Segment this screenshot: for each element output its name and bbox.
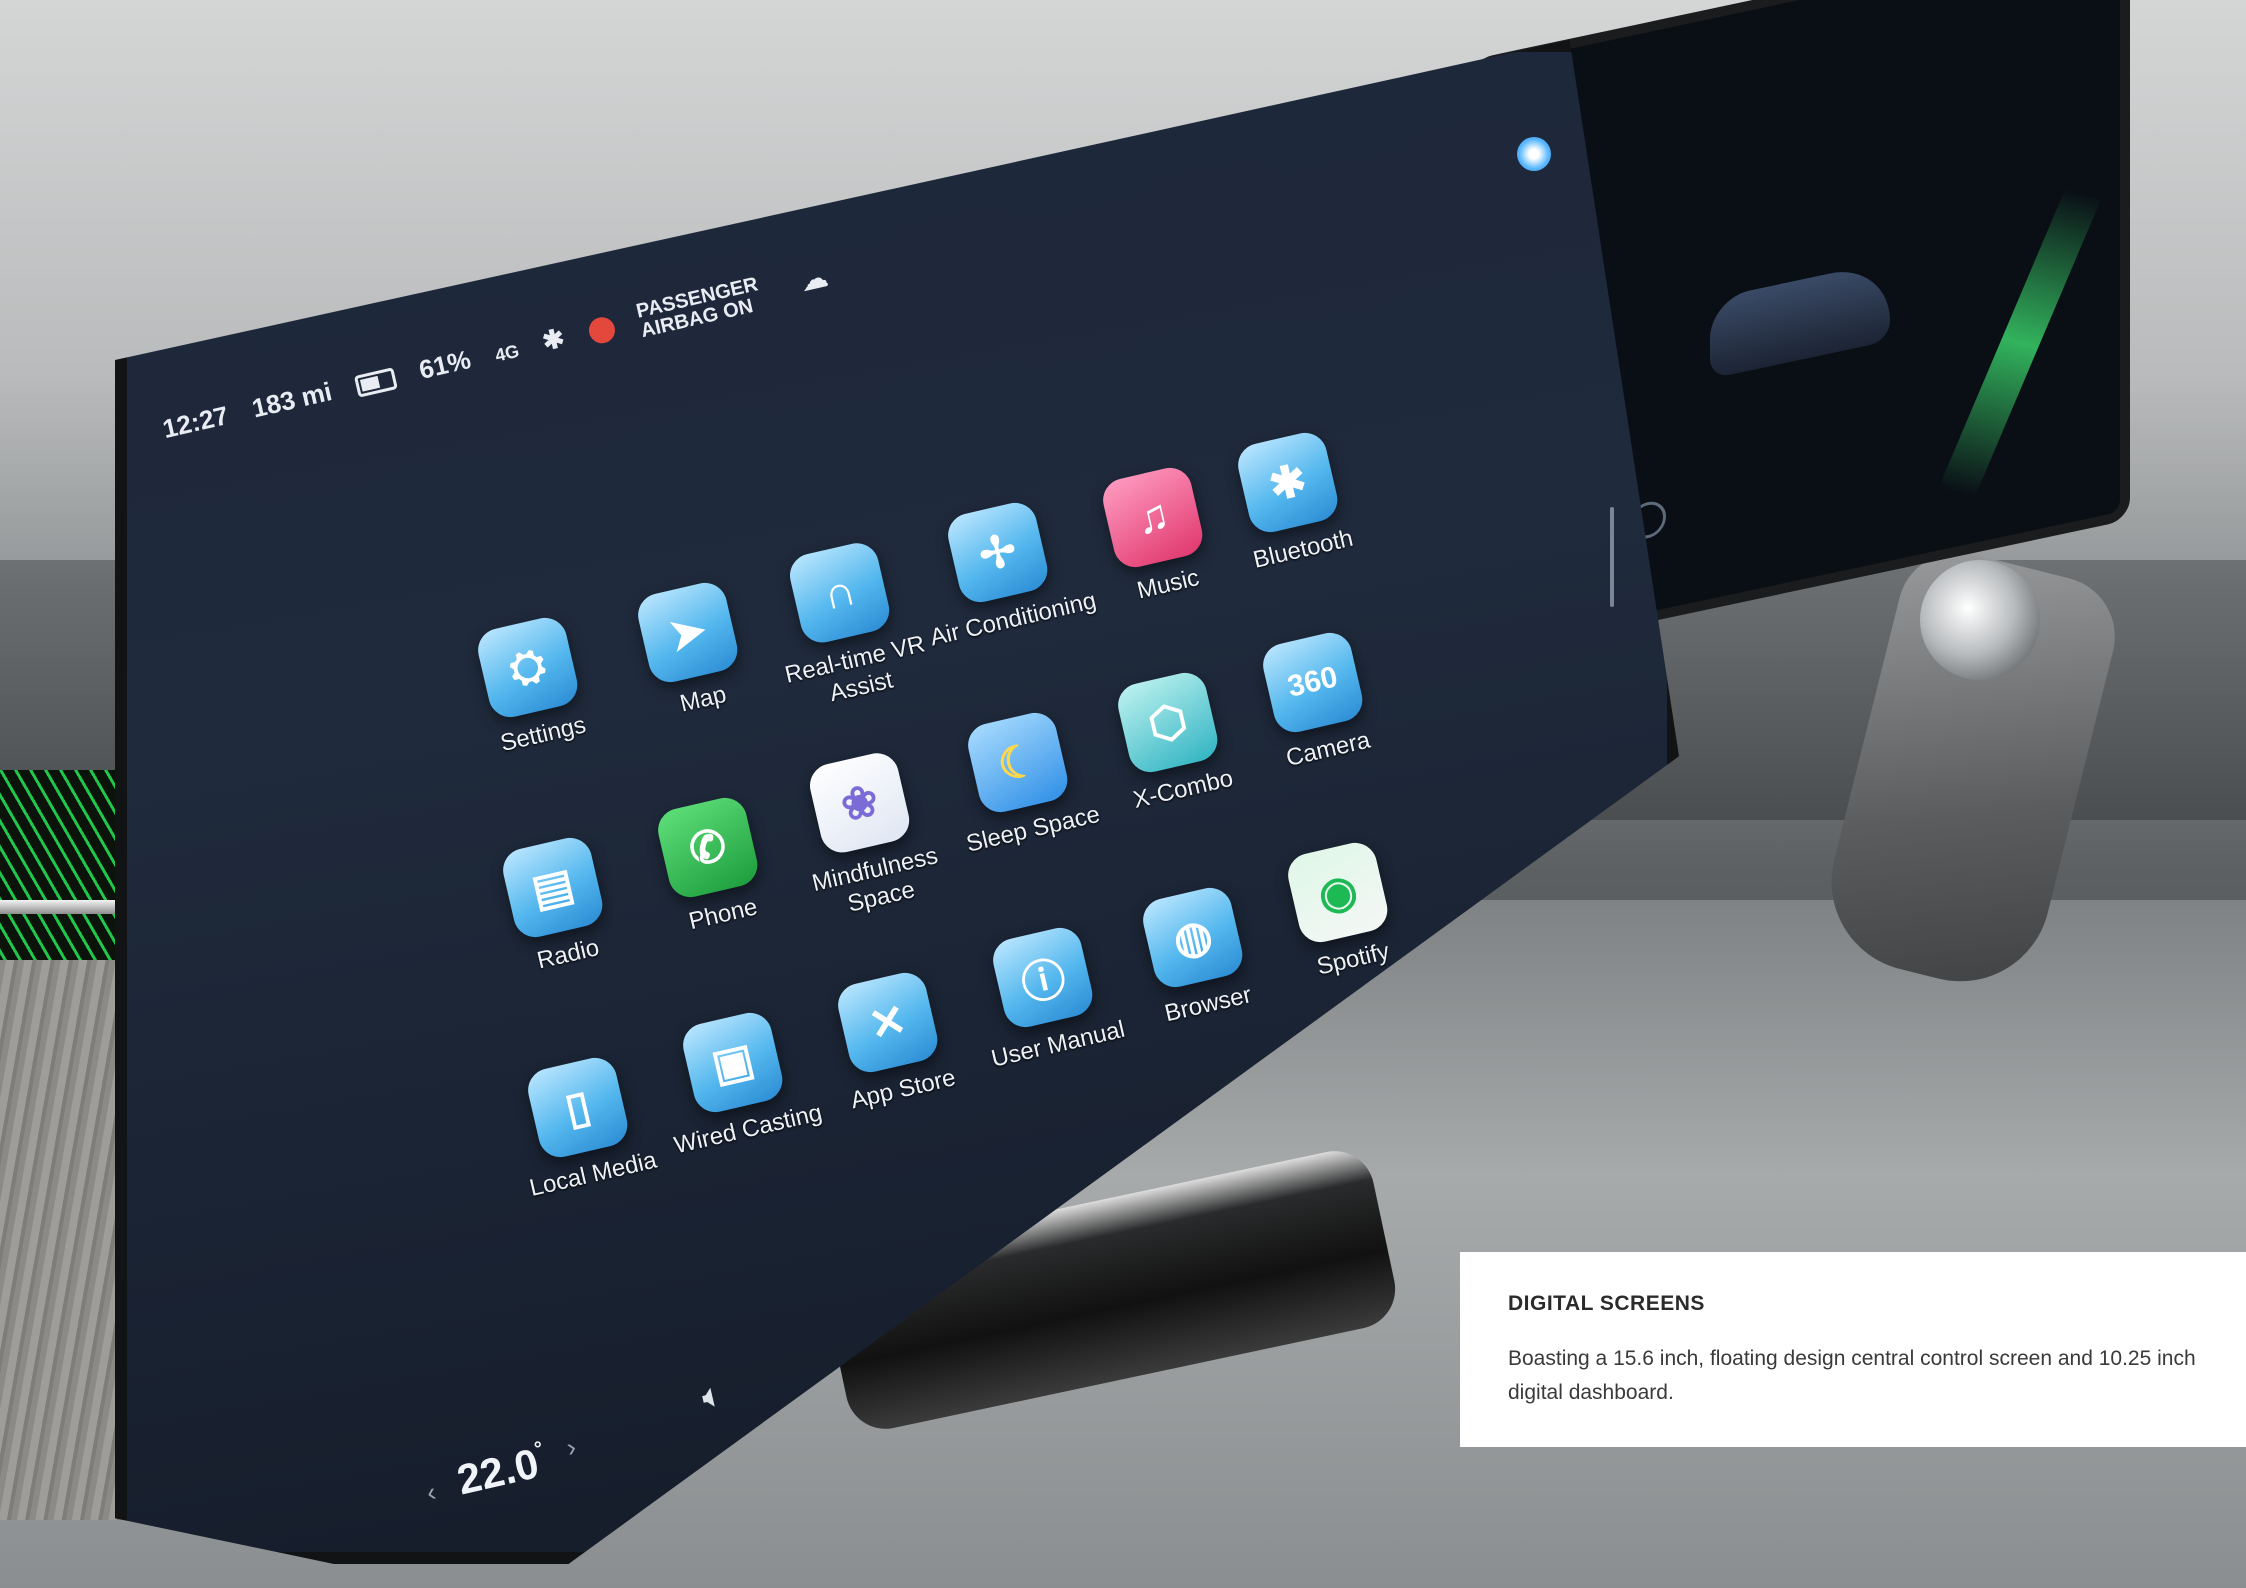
media-title: Anytime, Anyw... xyxy=(1260,1083,1388,1129)
globe-icon: ◍ xyxy=(1138,883,1247,992)
app-bluetooth[interactable]: ✱ Bluetooth xyxy=(1195,420,1389,583)
central-screen-frame: 12:27 183 mi 61% 4G ✱ PASSENGER AIRBAG O… xyxy=(35,0,1679,1588)
passenger-temperature[interactable]: 22.0° xyxy=(1443,1028,1541,1095)
volume-icon[interactable]: 🔈︎ xyxy=(698,1375,727,1418)
app-label: Real-time VR Assist xyxy=(782,630,928,708)
navigation-arrow-icon: ➤ xyxy=(633,578,742,687)
music-note-icon: ♫ xyxy=(1098,463,1207,572)
dock-360-camera-icon[interactable]: 360 xyxy=(1020,1248,1062,1282)
app-label: Wired Casting xyxy=(671,1099,825,1160)
battery-percent: 61% xyxy=(416,343,474,385)
app-label: App Store xyxy=(848,1064,959,1115)
media-source: Desired Audio xyxy=(1264,1113,1334,1141)
passenger-temp-decrease[interactable]: ‹ xyxy=(1414,1061,1429,1093)
app-label: Map xyxy=(677,680,729,718)
car-icon xyxy=(1710,260,1890,379)
screen-cast-icon: ▣ xyxy=(678,1008,787,1117)
app-label: User Manual xyxy=(988,1015,1128,1073)
info-icon: ⓘ xyxy=(988,923,1097,1032)
dock-music-icon[interactable]: ♫ xyxy=(1083,1225,1117,1269)
driver-temperature[interactable]: 22.0° xyxy=(453,1438,551,1505)
app-camera[interactable]: 360 Camera xyxy=(1220,620,1414,783)
status-bar: 12:27 183 mi 61% 4G ✱ PASSENGER AIRBAG O… xyxy=(159,255,849,451)
dock-car-icon[interactable]: ⊓ xyxy=(1143,1200,1178,1245)
range-readout: 183 mi xyxy=(249,375,335,424)
app-label: Spotify xyxy=(1314,937,1392,981)
app-label: Mindfulness Space xyxy=(809,842,941,918)
passenger-temp-value: 22.0 xyxy=(1442,1029,1533,1094)
app-label: Air Conditioning xyxy=(927,587,1099,652)
app-store-icon: ✕ xyxy=(833,968,942,1077)
signal-icon: 4G xyxy=(493,340,522,366)
scrollbar[interactable] xyxy=(1610,507,1614,607)
car-settings-icon: ⛭ xyxy=(473,613,582,722)
central-control-screen: 12:27 183 mi 61% 4G ✱ PASSENGER AIRBAG O… xyxy=(115,40,1679,1564)
app-label: Camera xyxy=(1283,726,1373,772)
battery-icon xyxy=(353,367,398,398)
clock: 12:27 xyxy=(159,399,232,445)
passenger-temp-increase[interactable]: › xyxy=(1544,1026,1559,1058)
app-label: Browser xyxy=(1162,981,1255,1028)
media-mini-player[interactable]: Anytime, Anyw... Desired Audio xyxy=(1260,1083,1390,1141)
lotus-icon: ❀ xyxy=(805,748,914,857)
airbag-status: PASSENGER AIRBAG ON xyxy=(634,270,781,342)
app-label: X-Combo xyxy=(1130,764,1236,814)
voice-assistant-icon[interactable] xyxy=(1517,137,1551,171)
usb-drive-icon: ▯ xyxy=(523,1053,632,1162)
app-label: Phone xyxy=(686,893,760,936)
spotify-icon: ◉ xyxy=(1283,838,1392,947)
dock-apps-icon[interactable]: ▦ xyxy=(963,1279,1003,1325)
phone-icon: ✆ xyxy=(653,793,762,902)
fan-icon: ✢ xyxy=(943,498,1052,607)
cloud-sync-icon: ☁ xyxy=(798,261,831,297)
gear-selector-knob xyxy=(1920,560,2040,680)
app-label: Local Media xyxy=(527,1146,660,1202)
bluetooth-status-icon: ✱ xyxy=(539,322,568,357)
camera-360-icon: 360 xyxy=(1258,628,1367,737)
dock-home-icon[interactable]: ⌂ xyxy=(1208,1170,1237,1213)
play-icon[interactable] xyxy=(1389,1074,1417,1108)
road-view-icon: ∩ xyxy=(785,538,894,647)
app-label: Radio xyxy=(534,934,602,975)
driver-temp-decrease[interactable]: ‹ xyxy=(424,1476,439,1508)
caption-heading: DIGITAL SCREENS xyxy=(1508,1292,1705,1315)
bluetooth-icon: ✱ xyxy=(1233,428,1342,537)
caption-body: Boasting a 15.6 inch, floating design ce… xyxy=(1508,1347,2196,1404)
radio-icon: ▤ xyxy=(498,833,607,942)
driver-temp-increase[interactable]: › xyxy=(564,1431,579,1463)
cluster-light-glow xyxy=(1938,189,2102,498)
app-label: Bluetooth xyxy=(1250,524,1356,574)
moon-icon: ☾ xyxy=(963,708,1072,817)
airbag-warning-icon xyxy=(586,314,618,346)
driver-temp-value: 22.0 xyxy=(452,1439,543,1504)
cube-icon: ⬡ xyxy=(1113,668,1222,777)
caption-panel: DIGITAL SCREENS Boasting a 15.6 inch, fl… xyxy=(1460,1252,2246,1447)
app-label: Sleep Space xyxy=(963,800,1103,858)
app-label: Settings xyxy=(497,711,589,758)
app-spotify[interactable]: ◉ Spotify xyxy=(1245,830,1439,993)
